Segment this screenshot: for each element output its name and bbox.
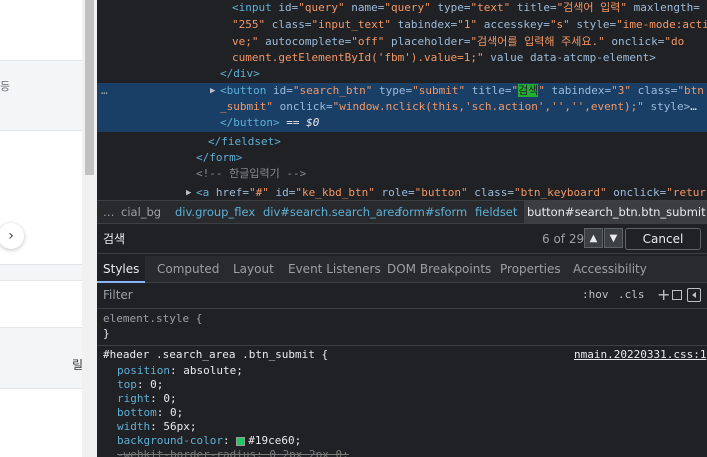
dom-node-line[interactable]: </fieldset> [97,134,707,150]
dom-search-bar: 검색 6 of 29 ▲ ▼ Cancel [97,224,707,254]
rule-divider [97,345,707,346]
breadcrumb-item[interactable]: form#sform [398,201,467,223]
breadcrumb-item[interactable]: div#search.search_area [263,201,401,223]
search-next-button[interactable]: ▼ [604,228,623,248]
css-declaration[interactable]: width: 56px; [117,420,197,434]
css-declaration[interactable]: bottom: 0; [117,406,183,420]
search-cancel-button[interactable]: Cancel [625,228,701,250]
selected-dom-node[interactable]: … ▶ <button id="search_btn" type="submit" … [97,83,707,99]
new-style-rule-icon[interactable] [672,290,682,300]
page-scrollbar[interactable] [82,0,97,457]
hover-state-toggle[interactable]: :hov [582,288,609,301]
breadcrumb-item-selected[interactable]: button#search_btn.btn_submit [524,201,707,223]
dom-search-input[interactable]: 검색 [103,230,543,248]
dom-node-line[interactable]: cument.getElementById('fbm').value=1;" v… [97,50,707,66]
expand-triangle-icon[interactable]: ▶ [186,185,191,200]
elements-tree: <input id="query" name="query" type="tex… [97,0,707,200]
css-declaration[interactable]: position: absolute; [117,364,243,378]
selected-dom-node[interactable]: _submit" onclick="window.nclick(this,'sc… [97,99,707,115]
devtools-panel: <input id="query" name="query" type="tex… [97,0,707,457]
color-swatch-icon[interactable] [236,436,246,446]
content-card [0,280,82,328]
overridden-declaration[interactable]: -webkit-border-radius: 0 2px 2px 0; [117,448,349,457]
selected-dom-node[interactable]: </button> == $0 [97,115,707,132]
search-prev-button[interactable]: ▲ [584,228,603,248]
page-viewport: 등 › 릴 [0,0,82,457]
element-style-selector[interactable]: element.style { [103,312,202,326]
tab-accessibility[interactable]: Accessibility [573,256,647,283]
chevron-up-icon: ▲ [589,232,598,244]
dom-breadcrumbs: … cial_bg div.group_flex div#search.sear… [97,200,707,224]
search-match-highlight: 검색 [518,84,539,97]
tab-styles[interactable]: Styles [97,256,146,283]
css-declaration[interactable]: right: 0; [117,392,177,406]
tab-layout[interactable]: Layout [233,256,274,283]
page-text-fragment: 등 [0,80,11,93]
rule-selector[interactable]: #header .search_area .btn_submit { [103,348,328,362]
plus-icon[interactable]: + [657,285,670,304]
css-declaration[interactable]: background-color: #19ce60; [117,434,301,448]
page-header-strip [0,0,82,60]
dom-node-line[interactable]: </form> [97,150,707,166]
expand-triangle-icon[interactable]: ▶ [210,83,215,99]
tab-event-listeners[interactable]: Event Listeners [288,256,381,283]
divider [0,60,82,61]
styles-pane-tabs: Styles Computed Layout Event Listeners D… [97,256,707,283]
dom-node-line[interactable]: ve;" autocomplete="off" placeholder="검색어… [97,34,707,50]
class-toggle[interactable]: .cls [618,288,645,301]
node-actions-icon[interactable]: … [101,83,108,99]
tab-dom-breakpoints[interactable]: DOM Breakpoints [387,256,491,283]
toggle-sidebar-icon[interactable] [687,288,701,302]
tab-properties[interactable]: Properties [500,256,561,283]
breadcrumb-item[interactable]: div.group_flex [175,201,255,223]
dom-node-line[interactable]: <!-- 한글입력기 --> [97,166,707,182]
css-declaration[interactable]: top: 0; [117,378,163,392]
dom-node-line[interactable]: <input id="query" name="query" type="tex… [97,0,707,16]
chevron-down-icon: ▼ [609,232,618,244]
breadcrumb-item[interactable]: cial_bg [121,201,161,223]
dom-node-line[interactable]: ▶ <a href="#" id="ke_kbd_btn" role="butto… [97,185,707,200]
rule-source-link[interactable]: nmain.20220331.css:1 [574,348,706,362]
scrollbar-thumb[interactable] [85,0,94,175]
content-card [0,388,82,457]
page-text-fragment: 릴 [72,358,82,372]
styles-filter-input[interactable]: Filter [103,288,133,302]
styles-filter-bar: Filter :hov .cls + [97,283,707,309]
breadcrumb-item[interactable]: fieldset [475,201,517,223]
chevron-right-icon: › [8,228,14,244]
dom-node-line[interactable]: </div> [97,66,707,82]
tab-computed[interactable]: Computed [157,256,219,283]
styles-rules: element.style { } #header .search_area .… [97,309,707,457]
search-match-count: 6 of 29 [542,232,585,246]
breadcrumb-ellipsis[interactable]: … [103,201,115,223]
rule-close-brace: } [103,327,110,340]
dom-node-line[interactable]: "255" class="input_text" tabindex="1" ac… [97,17,707,33]
